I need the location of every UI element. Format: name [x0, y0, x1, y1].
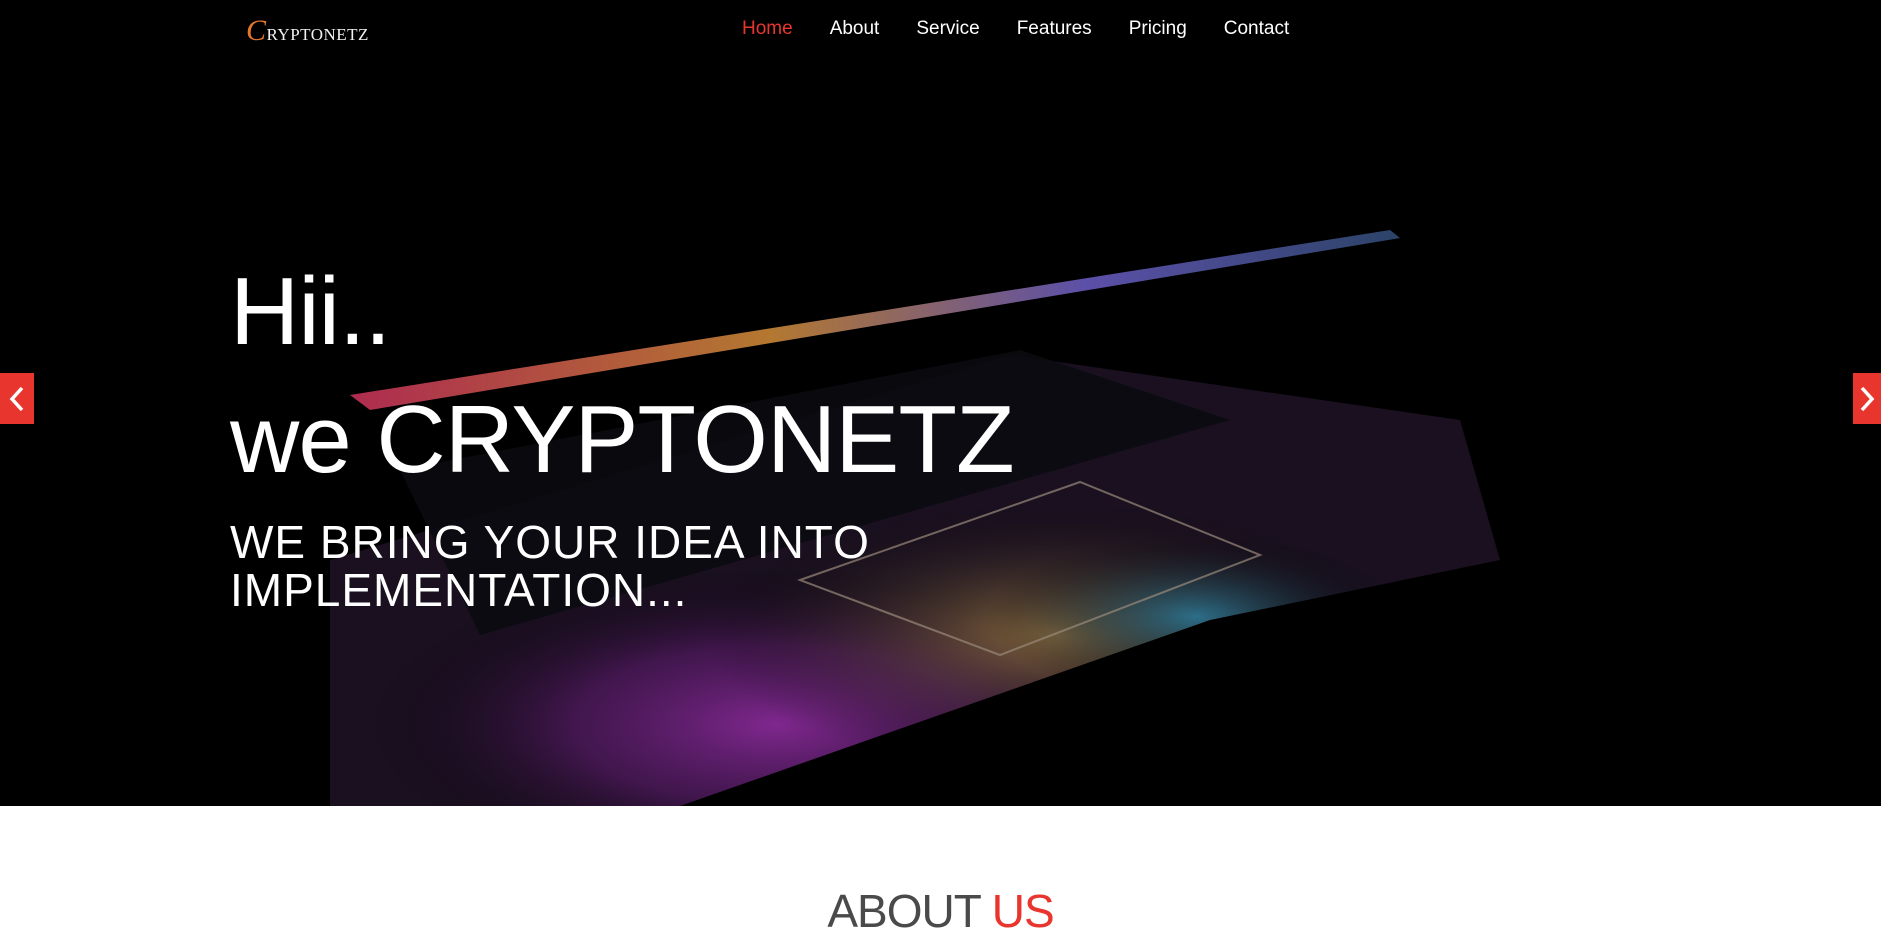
- nav-item-about[interactable]: About: [830, 18, 880, 40]
- chevron-right-icon: [1860, 386, 1875, 411]
- hero-tagline: WE BRING YOUR IDEA INTO IMPLEMENTATION..…: [230, 516, 870, 616]
- logo-text: ryptonetz: [266, 25, 369, 44]
- hero-section: C ryptonetz Home About Service Features …: [0, 0, 1881, 806]
- about-title-part1: ABOUT: [827, 885, 981, 932]
- nav-item-service[interactable]: Service: [916, 18, 979, 40]
- nav-item-home[interactable]: Home: [742, 18, 793, 40]
- slider-next-button[interactable]: [1853, 373, 1881, 424]
- nav-menu: Home About Service Features Pricing Cont…: [742, 18, 1326, 40]
- chevron-left-icon: [9, 386, 24, 411]
- hero-caption: Hii.. we CRYPTONETZ WE BRING YOUR IDEA I…: [230, 258, 1015, 616]
- logo-initial: C: [246, 14, 267, 47]
- nav-item-contact[interactable]: Contact: [1224, 18, 1289, 40]
- about-title-part2: US: [991, 885, 1055, 932]
- hero-headline: we CRYPTONETZ: [230, 386, 1015, 493]
- brand-logo[interactable]: C ryptonetz: [246, 14, 369, 47]
- nav-item-pricing[interactable]: Pricing: [1129, 18, 1187, 40]
- slider-prev-button[interactable]: [0, 373, 34, 424]
- nav-item-features[interactable]: Features: [1017, 18, 1092, 40]
- about-section-title: ABOUT US: [0, 884, 1881, 932]
- hero-greeting: Hii..: [230, 258, 391, 365]
- top-navbar: C ryptonetz Home About Service Features …: [0, 0, 1881, 62]
